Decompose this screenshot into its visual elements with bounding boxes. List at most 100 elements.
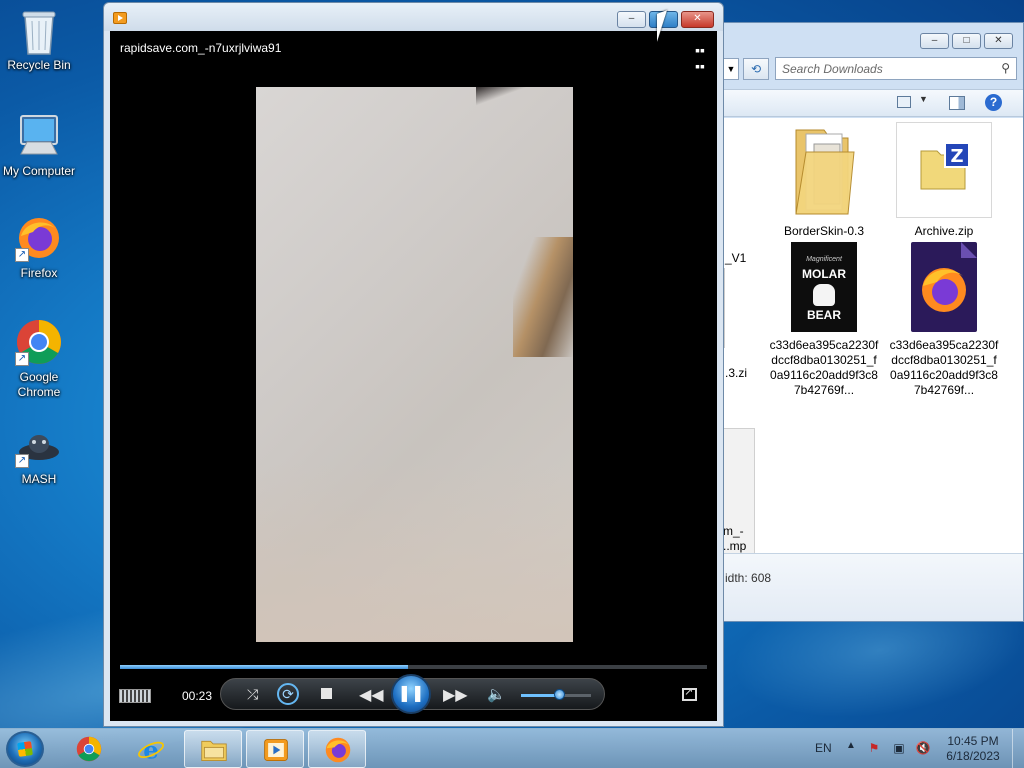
close-button[interactable]: ✕ — [681, 11, 714, 28]
repeat-icon[interactable]: ⟳ — [277, 683, 299, 705]
firefox-icon: ↗ — [15, 214, 63, 262]
file-label: c33d6ea395ca2230fdccf8dba0130251_f0a9116… — [769, 338, 879, 397]
search-placeholder: Search Downloads — [782, 62, 883, 76]
thumb-bottom-text: BEAR — [806, 308, 841, 322]
file-label: m_- ..mp — [723, 524, 747, 553]
clock-time: 10:45 PM — [947, 734, 999, 748]
start-button[interactable] — [6, 731, 44, 767]
desktop-icon-label: MASH — [21, 472, 57, 486]
media-player-icon — [264, 739, 288, 761]
network-icon[interactable]: ▣ — [891, 741, 907, 757]
desktop-icon-label: Firefox — [20, 266, 58, 280]
taskbar-internet-explorer[interactable]: e — [122, 730, 180, 768]
explorer-window[interactable]: – □ ✕ ▼ ⟲ Search Downloads ⚲ ▼ ? _V1 Bor… — [671, 22, 1024, 622]
details-text: idth: 608 — [725, 571, 772, 585]
computer-icon — [15, 112, 63, 160]
shortcut-arrow-icon: ↗ — [15, 454, 29, 468]
desktop-icon-google-chrome[interactable]: ↗ Google Chrome — [1, 318, 77, 400]
taskbar: e EN ▲ ⚑ ▣ 🔇 10:45 PM 6/18/2023 — [0, 728, 1024, 768]
internet-explorer-icon: e — [138, 736, 164, 763]
shortcut-arrow-icon: ↗ — [15, 352, 29, 366]
action-center-icon[interactable]: ⚑ — [866, 741, 882, 757]
windows-logo-icon — [17, 741, 33, 757]
file-item[interactable]: BorderSkin-0.3 — [769, 122, 879, 239]
address-dropdown-icon[interactable]: ▼ — [723, 58, 739, 80]
file-view: _V1 BorderSkin-0.3 Z Archive.zip .3.zi M… — [671, 118, 1023, 572]
media-player-window[interactable]: – ✕ rapidsave.com_-n7uxrjlviwa91 ▪▪ ▪▪ 00… — [103, 2, 724, 727]
seek-bar[interactable] — [120, 665, 707, 669]
folder-icon — [201, 740, 227, 761]
seek-progress-fill — [120, 665, 408, 669]
minimize-button[interactable]: – — [617, 11, 646, 28]
show-desktop-button[interactable] — [1012, 729, 1024, 768]
volume-muted-icon[interactable]: 🔇 — [915, 741, 931, 757]
media-player-icon — [113, 12, 127, 24]
taskbar-firefox[interactable] — [308, 730, 366, 768]
desktop-icon-recycle-bin[interactable]: Recycle Bin — [1, 6, 77, 73]
playback-controls: 00:23 ⤮ ⟳ ◀◀ ❚❚ ▶▶ 🔈 — [110, 674, 717, 716]
next-icon[interactable]: ▶▶ — [443, 685, 468, 705]
volume-icon[interactable]: 🔈 — [487, 685, 506, 703]
explorer-address-row: ▼ ⟲ Search Downloads ⚲ — [701, 57, 1023, 83]
elapsed-time: 00:23 — [182, 689, 213, 703]
thumb-top-text: MOLAR — [802, 267, 846, 281]
svg-text:e: e — [143, 736, 159, 763]
refresh-icon[interactable]: ⟲ — [743, 58, 769, 80]
search-icon[interactable]: ⚲ — [1001, 61, 1010, 75]
help-icon[interactable]: ? — [985, 94, 1002, 111]
chevron-down-icon[interactable]: ▼ — [919, 94, 928, 104]
explorer-titlebar[interactable]: – □ ✕ — [701, 23, 1023, 55]
shuffle-icon[interactable]: ⤮ — [247, 686, 258, 703]
desktop-icon-label: Recycle Bin — [7, 58, 71, 72]
file-label: c33d6ea395ca2230fdccf8dba0130251_f0a9116… — [889, 338, 999, 397]
media-player-titlebar[interactable]: – ✕ — [104, 3, 723, 31]
explorer-toolbar: ▼ ? — [701, 89, 1023, 117]
close-button[interactable]: ✕ — [984, 33, 1013, 49]
show-hidden-icons-icon[interactable]: ▲ — [846, 740, 856, 751]
molar-bear-image-icon: Magnificent MOLAR BEAR — [791, 242, 857, 332]
switch-to-library-icon[interactable]: ▪▪ ▪▪ — [695, 42, 705, 74]
recycle-bin-icon — [15, 6, 63, 55]
file-item[interactable]: c33d6ea395ca2230fdccf8dba0130251_f0a9116… — [889, 242, 999, 398]
clock[interactable]: 10:45 PM 6/18/2023 — [940, 734, 1006, 764]
transport-bar: ⤮ ⟳ ◀◀ ❚❚ ▶▶ 🔈 — [220, 674, 605, 714]
fullscreen-icon[interactable] — [682, 685, 697, 701]
visualization-icon[interactable] — [119, 689, 151, 703]
mash-icon: ↗ — [15, 428, 63, 468]
mouse-cursor — [657, 10, 667, 42]
file-item[interactable]: Z Archive.zip — [889, 122, 999, 239]
chrome-icon: ↗ — [15, 318, 63, 366]
file-label: Archive.zip — [914, 224, 974, 238]
svg-text:Z: Z — [950, 146, 963, 167]
previous-icon[interactable]: ◀◀ — [359, 685, 384, 705]
explorer-window-controls: – □ ✕ — [920, 33, 1013, 49]
volume-knob[interactable] — [553, 689, 565, 700]
file-label: BorderSkin-0.3 — [783, 224, 865, 238]
maximize-button[interactable]: □ — [952, 33, 981, 49]
language-indicator[interactable]: EN — [815, 741, 832, 755]
taskbar-media-player[interactable] — [246, 730, 304, 768]
now-playing-title: rapidsave.com_-n7uxrjlviwa91 — [120, 41, 282, 55]
zip-archive-icon: Z — [896, 122, 992, 218]
firefox-document-icon — [911, 242, 977, 332]
desktop-icon-firefox[interactable]: ↗ Firefox — [1, 214, 77, 281]
video-frame — [256, 87, 573, 642]
preview-pane-icon[interactable] — [949, 96, 965, 110]
view-options-icon[interactable] — [897, 96, 911, 108]
file-label: .3.zi — [725, 366, 748, 380]
stop-icon[interactable] — [321, 688, 332, 699]
search-input[interactable]: Search Downloads ⚲ — [775, 57, 1017, 80]
file-item[interactable]: Magnificent MOLAR BEAR c33d6ea395ca2230f… — [769, 242, 879, 398]
taskbar-explorer[interactable] — [184, 730, 242, 768]
thumb-script-text: Magnificent — [806, 256, 842, 263]
desktop-icon-mash[interactable]: ↗ MASH — [1, 428, 77, 487]
shortcut-arrow-icon: ↗ — [15, 248, 29, 262]
clock-date: 6/18/2023 — [946, 749, 1000, 763]
desktop-icon-label: Google Chrome — [17, 370, 61, 399]
firefox-icon — [325, 737, 351, 763]
minimize-button[interactable]: – — [920, 33, 949, 49]
desktop-icon-my-computer[interactable]: My Computer — [1, 112, 77, 179]
video-screen[interactable]: rapidsave.com_-n7uxrjlviwa91 ▪▪ ▪▪ 00:23 … — [110, 31, 717, 721]
pause-button[interactable]: ❚❚ — [391, 674, 431, 714]
taskbar-chrome[interactable] — [60, 730, 118, 768]
